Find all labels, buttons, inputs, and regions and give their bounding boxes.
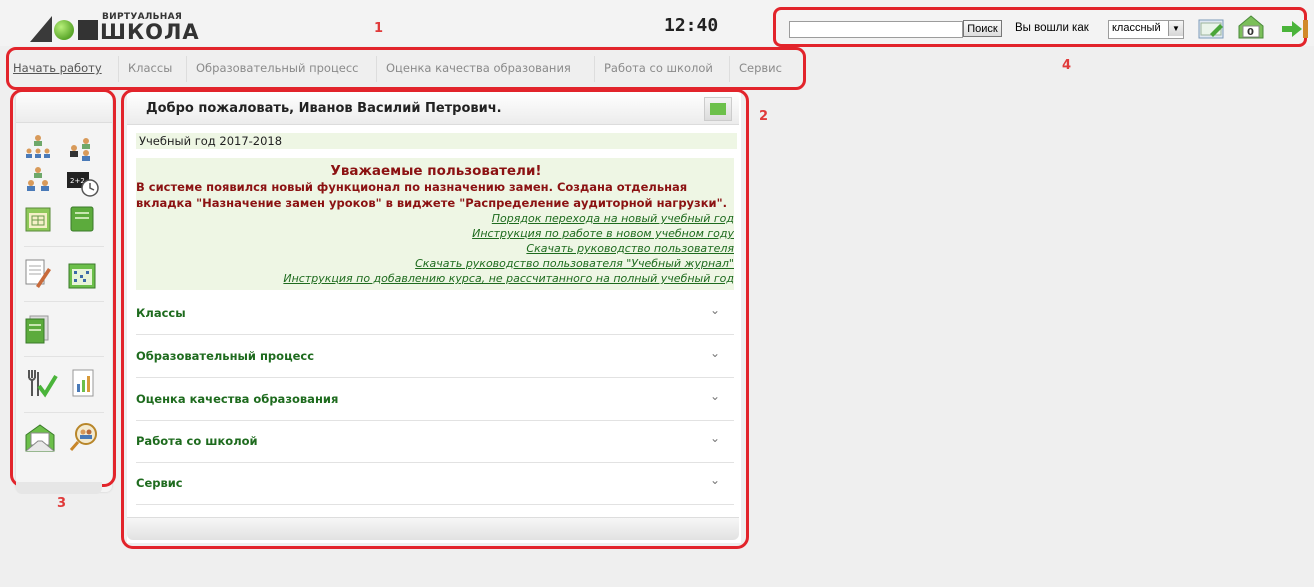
icon-divider	[24, 246, 104, 247]
link-user-guide[interactable]: Скачать руководство пользователя	[526, 242, 734, 255]
mail-envelope-icon[interactable]	[24, 423, 56, 452]
icon-divider	[24, 301, 104, 302]
link-course-instructions[interactable]: Инструкция по добавлению курса, не рассч…	[283, 272, 734, 285]
search-input[interactable]	[789, 21, 963, 38]
accordion-label: Образовательный процесс	[136, 349, 315, 363]
annotation-2: 2	[759, 109, 769, 124]
chevron-down-icon: ▼	[1168, 21, 1183, 36]
menu-school-work[interactable]: Работа со школой	[604, 61, 713, 75]
map-edit-icon[interactable]	[1198, 18, 1226, 40]
link-new-year-instructions[interactable]: Инструкция по работе в новом учебном год…	[472, 227, 734, 240]
menu-divider	[729, 56, 730, 82]
school-year: Учебный год 2017-2018	[136, 133, 737, 149]
menu-quality-assessment[interactable]: Оценка качества образования	[386, 61, 571, 75]
accordion-service[interactable]: Сервис ⌄	[136, 464, 734, 505]
schedule-table-icon[interactable]	[68, 262, 96, 290]
icon-divider	[24, 412, 104, 413]
accordion-quality-assessment[interactable]: Оценка качества образования ⌄	[136, 380, 734, 421]
logo-circle	[54, 20, 74, 40]
notice-title: Уважаемые пользователи!	[330, 163, 542, 179]
inbox-count: 0	[1247, 27, 1254, 38]
logo[interactable]: ВИРТУАЛЬНАЯ ШКОЛА	[30, 8, 199, 44]
report-chart-icon[interactable]	[70, 368, 98, 397]
menu-start-work[interactable]: Начать работу	[13, 61, 102, 75]
user-pair-icon[interactable]	[66, 135, 94, 163]
fork-check-icon[interactable]	[24, 368, 58, 398]
accordion-label: Классы	[136, 306, 186, 320]
accordion-classes[interactable]: Классы ⌄	[136, 294, 734, 335]
inbox-badge-icon[interactable]: 0	[1237, 14, 1265, 39]
annotation-1: 1	[374, 21, 384, 36]
chevron-down-icon: ⌄	[709, 389, 720, 403]
logo-triangle	[30, 16, 52, 42]
menu-divider	[594, 56, 595, 82]
menu-educational-process[interactable]: Образовательный процесс	[196, 61, 359, 75]
notice-line-1: В системе появился новый функционал по н…	[136, 180, 688, 194]
chevron-down-icon: ⌄	[709, 431, 720, 445]
menu-divider	[376, 56, 377, 82]
panel-footer	[127, 517, 739, 540]
accordion-label: Сервис	[136, 476, 183, 490]
green-notebook-icon[interactable]	[68, 205, 96, 233]
user-search-icon[interactable]	[68, 421, 100, 451]
green-document-icon[interactable]	[24, 314, 52, 344]
link-new-year-transition[interactable]: Порядок перехода на новый учебный год	[492, 212, 734, 225]
logo-big-text: ШКОЛА	[100, 20, 200, 44]
chevron-down-icon: ⌄	[709, 303, 720, 317]
menu-divider	[118, 56, 119, 82]
annotation-3: 3	[57, 496, 67, 511]
users-hierarchy-icon[interactable]	[24, 133, 52, 161]
accordion-label: Работа со школой	[136, 434, 258, 448]
role-select[interactable]: классный ▼	[1108, 20, 1184, 39]
menu-classes[interactable]: Классы	[128, 61, 172, 75]
users-group-icon[interactable]	[24, 166, 52, 194]
notice-line-2: вкладка "Назначение замен уроков" в видж…	[136, 196, 727, 210]
logout-icon[interactable]	[1280, 18, 1308, 40]
logo-square	[78, 20, 98, 40]
logged-in-label: Вы вошли как	[1015, 22, 1089, 34]
chevron-down-icon: ⌄	[709, 346, 720, 360]
annotation-4: 4	[1062, 58, 1072, 73]
menu-service[interactable]: Сервис	[739, 61, 782, 75]
schedule-clock-icon[interactable]: 2+2	[66, 170, 100, 198]
clock: 12:40	[664, 15, 719, 36]
accordion-educational-process[interactable]: Образовательный процесс ⌄	[136, 337, 734, 378]
journal-pen-icon[interactable]	[24, 258, 52, 288]
icon-divider	[24, 356, 104, 357]
chevron-down-icon: ⌄	[709, 473, 720, 487]
link-journal-guide[interactable]: Скачать руководство пользователя "Учебны…	[415, 257, 734, 270]
role-select-value: классный	[1112, 22, 1161, 34]
menu-divider	[186, 56, 187, 82]
accordion-school-work[interactable]: Работа со школой ⌄	[136, 422, 734, 463]
left-panel-footer	[16, 482, 102, 494]
accordion-label: Оценка качества образования	[136, 392, 339, 406]
calendar-grid-icon[interactable]	[24, 205, 52, 233]
search-button[interactable]: Поиск	[963, 20, 1002, 37]
